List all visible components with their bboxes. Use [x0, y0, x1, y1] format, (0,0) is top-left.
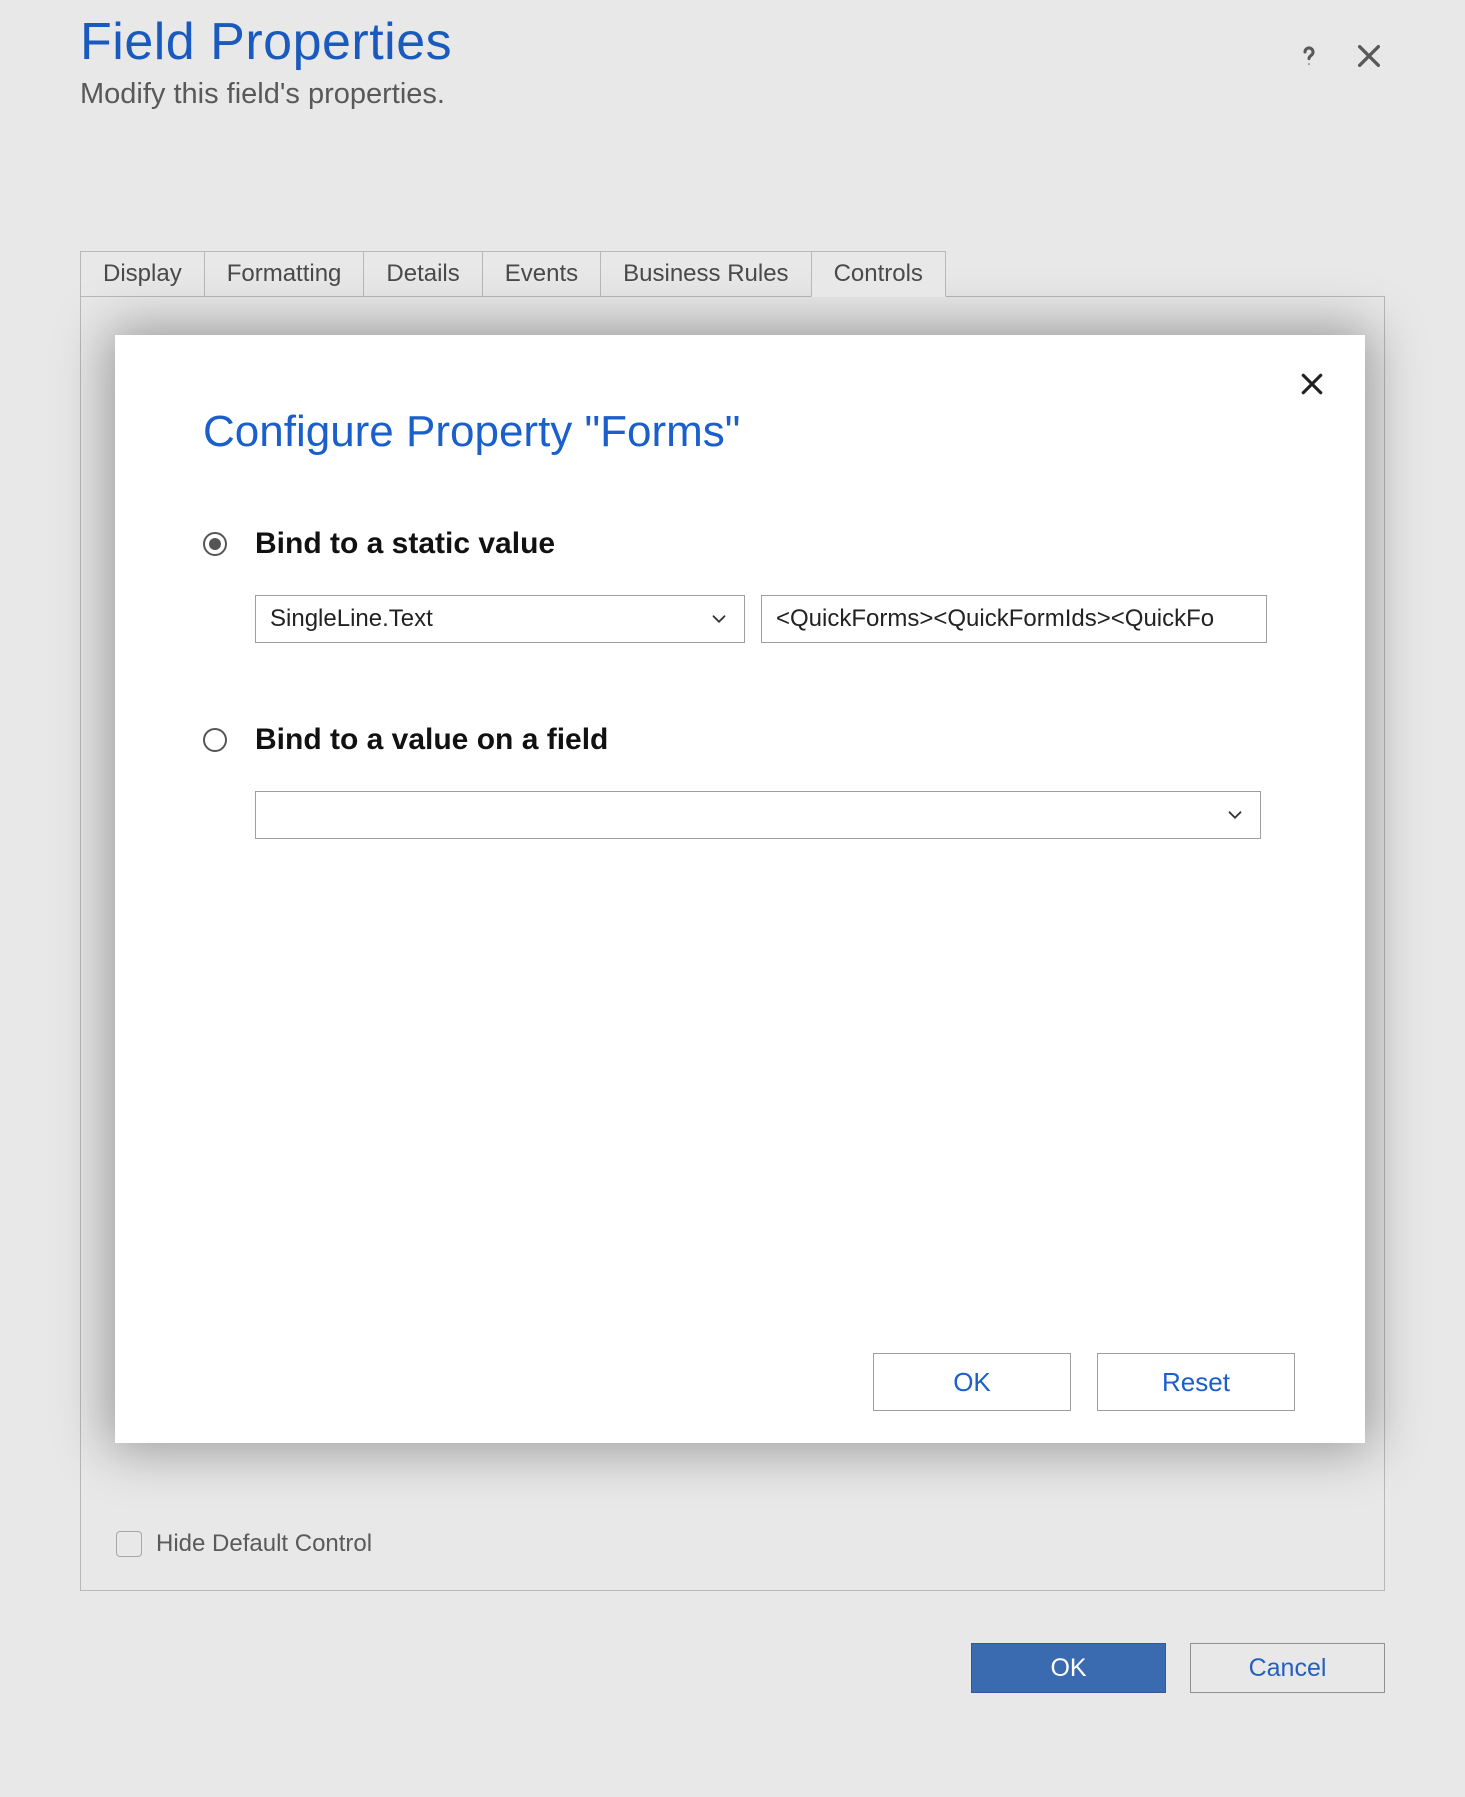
modal-ok-button[interactable]: OK	[873, 1353, 1071, 1411]
page-title: Field Properties	[80, 12, 1385, 72]
radio-bind-static[interactable]	[203, 532, 227, 556]
modal-footer: OK Reset	[873, 1353, 1295, 1411]
tab-events[interactable]: Events	[482, 251, 601, 297]
option-bind-field: Bind to a value on a field	[203, 723, 1295, 839]
tab-details[interactable]: Details	[363, 251, 482, 297]
hide-default-control-label: Hide Default Control	[156, 1530, 372, 1558]
chevron-down-icon	[708, 608, 730, 630]
configure-property-modal: Configure Property "Forms" Bind to a sta…	[115, 335, 1365, 1443]
radio-bind-field[interactable]	[203, 728, 227, 752]
close-icon[interactable]	[1353, 40, 1385, 72]
dialog-header: Field Properties Modify this field's pro…	[80, 0, 1385, 111]
hide-default-control-checkbox[interactable]	[116, 1531, 142, 1557]
field-value-select[interactable]	[255, 791, 1261, 839]
tab-business-rules[interactable]: Business Rules	[600, 251, 811, 297]
dialog-footer: OK Cancel	[80, 1643, 1385, 1693]
ok-button[interactable]: OK	[971, 1643, 1166, 1693]
static-value-input[interactable]: <QuickForms><QuickFormIds><QuickFo	[761, 595, 1267, 643]
help-icon[interactable]	[1293, 40, 1325, 72]
hide-default-control-row: Hide Default Control	[116, 1530, 372, 1558]
page-subtitle: Modify this field's properties.	[80, 78, 1385, 111]
cancel-button[interactable]: Cancel	[1190, 1643, 1385, 1693]
static-type-select-value: SingleLine.Text	[270, 605, 433, 633]
static-value-input-text: <QuickForms><QuickFormIds><QuickFo	[776, 605, 1214, 633]
static-type-select[interactable]: SingleLine.Text	[255, 595, 745, 643]
tab-controls[interactable]: Controls	[811, 251, 946, 297]
chevron-down-icon	[1224, 804, 1246, 826]
option-bind-static: Bind to a static value SingleLine.Text <…	[203, 527, 1295, 643]
tab-display[interactable]: Display	[80, 251, 205, 297]
tab-strip: Display Formatting Details Events Busine…	[80, 251, 1385, 297]
modal-close-icon[interactable]	[1297, 369, 1327, 399]
modal-title: Configure Property "Forms"	[203, 407, 1295, 457]
option-bind-field-label: Bind to a value on a field	[255, 723, 608, 757]
option-bind-static-label: Bind to a static value	[255, 527, 555, 561]
modal-reset-button[interactable]: Reset	[1097, 1353, 1295, 1411]
tab-formatting[interactable]: Formatting	[204, 251, 365, 297]
